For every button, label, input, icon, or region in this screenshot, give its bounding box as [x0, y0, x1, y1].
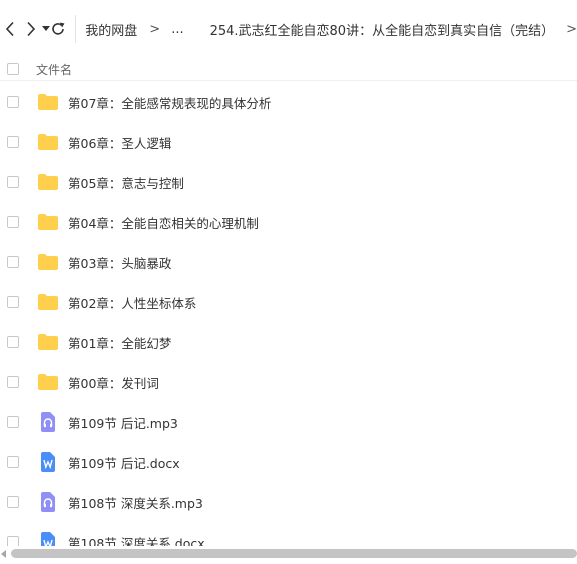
row-checkbox[interactable]	[7, 136, 19, 148]
row-checkbox[interactable]	[7, 296, 19, 308]
horizontal-scrollbar[interactable]	[0, 546, 577, 564]
row-checkbox[interactable]	[7, 456, 19, 468]
row-checkbox[interactable]	[7, 216, 19, 228]
breadcrumb-more-chevron[interactable]: >	[566, 22, 577, 37]
column-header-filename[interactable]: 文件名	[36, 61, 72, 78]
list-item[interactable]: 第03章：头脑暴政	[0, 242, 577, 282]
row-checkbox[interactable]	[7, 96, 19, 108]
audio-file-icon	[37, 491, 59, 513]
list-item[interactable]: 第109节 后记.docx	[0, 442, 577, 482]
list-item[interactable]: 第04章：全能自恋相关的心理机制	[0, 202, 577, 242]
folder-icon	[37, 331, 59, 353]
breadcrumb-separator: >	[149, 21, 161, 37]
file-name[interactable]: 第07章：全能感常规表现的具体分析	[68, 93, 271, 112]
refresh-icon	[52, 22, 65, 35]
breadcrumb-current-folder[interactable]: 254.武志红全能自恋80讲：从全能自恋到真实自信（完结）	[210, 20, 555, 39]
scrollbar-thumb[interactable]	[11, 549, 577, 558]
row-checkbox[interactable]	[7, 496, 19, 508]
file-name[interactable]: 第05章：意志与控制	[68, 173, 184, 192]
file-name[interactable]: 第108节 深度关系.mp3	[68, 493, 203, 512]
list-item[interactable]: 第01章：全能幻梦	[0, 322, 577, 362]
row-checkbox[interactable]	[7, 376, 19, 388]
list-item[interactable]: 第06章：圣人逻辑	[0, 122, 577, 162]
folder-icon	[37, 131, 59, 153]
folder-icon	[37, 171, 59, 193]
file-name[interactable]: 第109节 后记.docx	[68, 453, 180, 472]
caret-down-icon	[41, 26, 50, 31]
toolbar-divider	[74, 15, 76, 43]
breadcrumb: 我的网盘 > ... 254.武志红全能自恋80讲：从全能自恋到真实自信（完结）…	[85, 20, 577, 39]
folder-icon	[37, 91, 59, 113]
file-name[interactable]: 第00章：发刊词	[68, 373, 159, 392]
list-item[interactable]: 第108节 深度关系.mp3	[0, 482, 577, 522]
folder-icon	[37, 371, 59, 393]
toolbar: 我的网盘 > ... 254.武志红全能自恋80讲：从全能自恋到真实自信（完结）…	[0, 0, 577, 58]
row-checkbox[interactable]	[7, 336, 19, 348]
audio-file-icon	[37, 411, 59, 433]
back-button[interactable]	[2, 14, 19, 44]
file-name[interactable]: 第109节 后记.mp3	[68, 413, 178, 432]
folder-icon	[37, 291, 59, 313]
word-doc-icon	[37, 451, 59, 473]
file-name[interactable]: 第06章：圣人逻辑	[68, 133, 171, 152]
file-name[interactable]: 第03章：头脑暴政	[68, 253, 171, 272]
folder-icon	[37, 211, 59, 233]
list-item[interactable]: 第109节 后记.mp3	[0, 402, 577, 442]
chevron-left-icon	[6, 21, 14, 37]
forward-button[interactable]	[23, 14, 40, 44]
list-item[interactable]: 第00章：发刊词	[0, 362, 577, 402]
select-all-checkbox[interactable]	[7, 63, 19, 75]
breadcrumb-ellipsis[interactable]: ...	[171, 22, 183, 37]
file-name[interactable]: 第04章：全能自恋相关的心理机制	[68, 213, 259, 232]
list-item[interactable]: 第02章：人性坐标体系	[0, 282, 577, 322]
breadcrumb-root[interactable]: 我的网盘	[85, 20, 137, 39]
list-header: 文件名	[0, 58, 577, 81]
file-browser-window: 我的网盘 > ... 254.武志红全能自恋80讲：从全能自恋到真实自信（完结）…	[0, 0, 577, 564]
chevron-right-icon	[27, 21, 36, 37]
refresh-button[interactable]	[50, 14, 67, 44]
history-dropdown-button[interactable]	[41, 14, 50, 44]
file-name[interactable]: 第02章：人性坐标体系	[68, 293, 196, 312]
scroll-left-arrow-icon[interactable]	[1, 550, 6, 558]
folder-icon	[37, 251, 59, 273]
file-name[interactable]: 第01章：全能幻梦	[68, 333, 171, 352]
list-item[interactable]: 第05章：意志与控制	[0, 162, 577, 202]
row-checkbox[interactable]	[7, 256, 19, 268]
row-checkbox[interactable]	[7, 176, 19, 188]
list-item[interactable]: 第07章：全能感常规表现的具体分析	[0, 82, 577, 122]
row-checkbox[interactable]	[7, 416, 19, 428]
